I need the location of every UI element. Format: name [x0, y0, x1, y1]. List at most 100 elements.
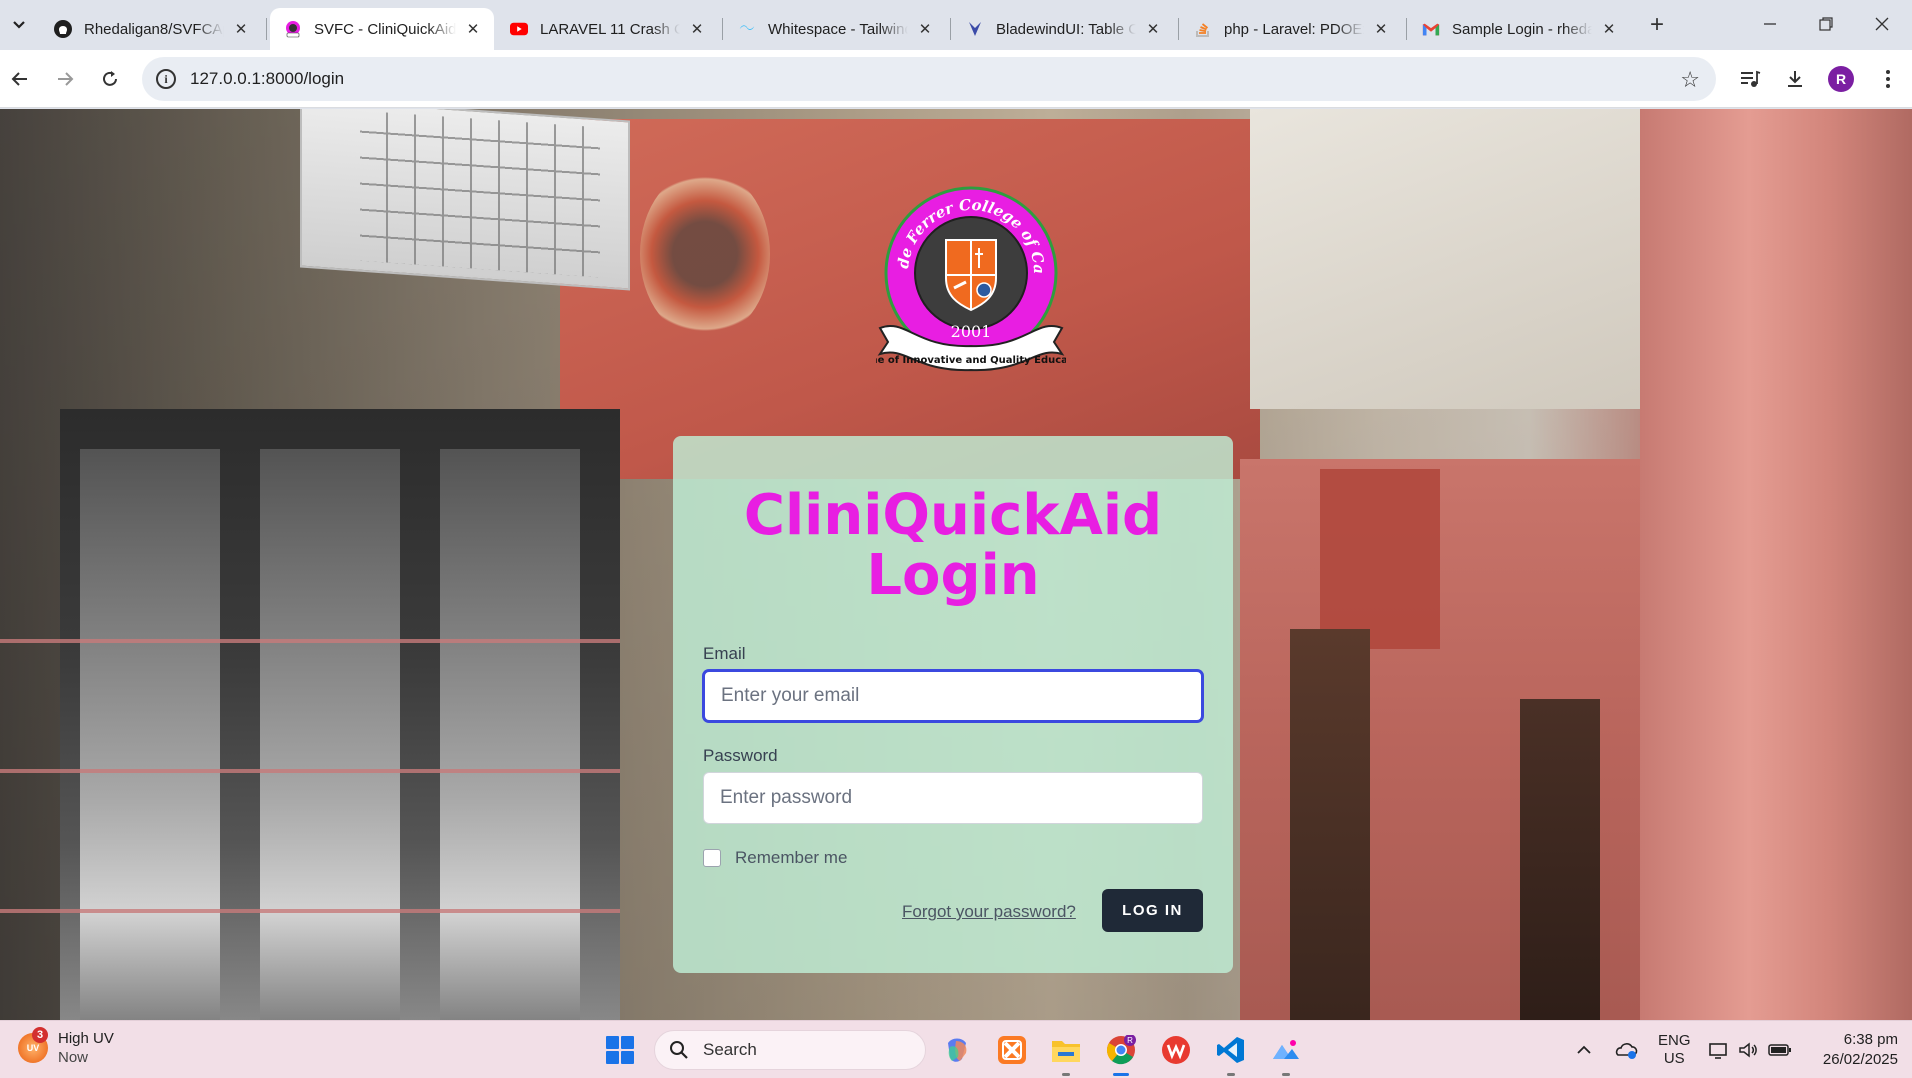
clock-date: 26/02/2025 — [1822, 1051, 1898, 1068]
new-tab-button[interactable]: + — [1644, 11, 1670, 38]
close-icon[interactable]: ✕ — [688, 20, 706, 38]
svfc-logo-icon — [284, 20, 302, 38]
tab-search-button[interactable] — [6, 12, 32, 38]
media-controls-button[interactable] — [1736, 65, 1764, 93]
wps-office-icon[interactable] — [1160, 1034, 1192, 1066]
tab-youtube[interactable]: LARAVEL 11 Crash Co ✕ — [496, 8, 718, 50]
stackoverflow-icon — [1194, 20, 1212, 38]
remember-me[interactable]: Remember me — [703, 848, 847, 868]
bookmark-star-icon[interactable]: ☆ — [1680, 67, 1700, 93]
volume-icon[interactable] — [1738, 1021, 1760, 1078]
close-icon[interactable]: ✕ — [1372, 20, 1390, 38]
close-icon[interactable]: ✕ — [1144, 20, 1162, 38]
windows-logo-icon — [606, 1036, 619, 1049]
arrow-left-icon — [11, 72, 27, 86]
tab-title: LARAVEL 11 Crash Co — [540, 20, 680, 38]
gmail-icon — [1422, 20, 1440, 38]
close-icon[interactable]: ✕ — [464, 20, 482, 38]
vscode-icon[interactable] — [1215, 1034, 1247, 1076]
login-button[interactable]: LOG IN — [1102, 889, 1203, 932]
close-window-button[interactable] — [1864, 8, 1900, 40]
tab-title: php - Laravel: PDOEx — [1224, 20, 1364, 38]
tab-bladewind[interactable]: BladewindUI: Table C ✕ — [952, 8, 1174, 50]
show-hidden-icons-button[interactable] — [1576, 1021, 1592, 1078]
tab-title: SVFC - CliniQuickAid — [314, 20, 456, 38]
site-info-icon[interactable]: i — [156, 69, 176, 89]
restore-button[interactable] — [1808, 8, 1844, 40]
tab-stackoverflow[interactable]: php - Laravel: PDOEx ✕ — [1180, 8, 1402, 50]
taskbar-search[interactable]: Search — [654, 1030, 926, 1070]
xampp-icon[interactable] — [996, 1034, 1028, 1066]
tab-gmail[interactable]: Sample Login - rheda ✕ — [1408, 8, 1630, 50]
weather-title: High UV — [58, 1030, 114, 1047]
reload-icon — [103, 71, 117, 86]
forward-button[interactable] — [49, 63, 81, 95]
url-text: 127.0.0.1:8000/login — [190, 69, 345, 88]
weather-subtitle: Now — [58, 1049, 89, 1066]
email-label: Email — [703, 644, 746, 663]
forgot-password-link[interactable]: Forgot your password? — [902, 902, 1076, 922]
login-title-word: Login — [866, 543, 1040, 608]
tab-cliniquickaid[interactable]: SVFC - CliniQuickAid ✕ — [270, 8, 494, 50]
onedrive-icon[interactable] — [1614, 1021, 1638, 1078]
start-button[interactable] — [606, 1036, 634, 1064]
browser-tab-strip: Rhedaligan8/SVFCApp ✕ SVFC - CliniQuickA… — [0, 0, 1912, 50]
background-seal — [640, 169, 770, 339]
close-icon[interactable]: ✕ — [1600, 20, 1618, 38]
close-icon — [1875, 17, 1889, 31]
system-clock[interactable]: 6:38 pm 26/02/2025 — [1808, 1030, 1898, 1070]
restore-icon — [1819, 17, 1833, 31]
copilot-icon[interactable] — [941, 1034, 973, 1066]
email-field[interactable] — [703, 670, 1203, 722]
tab-tailwind[interactable]: Whitespace - Tailwind ✕ — [724, 8, 946, 50]
download-icon — [1788, 71, 1802, 87]
tab-title: BladewindUI: Table C — [996, 20, 1136, 38]
windows-logo-pane — [621, 1051, 634, 1064]
language-indicator[interactable]: ENG US — [1658, 1021, 1691, 1078]
photos-icon[interactable] — [1270, 1034, 1302, 1076]
background-glass — [260, 449, 400, 1020]
file-explorer-icon[interactable] — [1050, 1034, 1082, 1076]
remember-me-checkbox[interactable] — [703, 849, 721, 867]
tab-separator — [266, 18, 267, 40]
clock-time: 6:38 pm — [1843, 1031, 1898, 1048]
network-icon[interactable] — [1708, 1021, 1730, 1078]
close-icon[interactable]: ✕ — [916, 20, 934, 38]
arrow-right-icon — [58, 72, 74, 86]
plus-icon: + — [1649, 11, 1664, 38]
background-glass — [80, 449, 220, 1020]
background-pillar — [1640, 109, 1912, 1020]
password-label: Password — [703, 746, 778, 765]
logo-year: 2001 — [951, 322, 992, 341]
tab-title: Rhedaligan8/SVFCApp — [84, 20, 224, 38]
close-icon[interactable]: ✕ — [232, 20, 250, 38]
battery-icon[interactable] — [1768, 1021, 1792, 1078]
playlist-icon — [1741, 70, 1761, 87]
college-logo: St. Vincent de Ferrer College of Camarin… — [876, 178, 1066, 372]
bladewind-icon — [966, 20, 984, 38]
background-door — [1520, 699, 1600, 1020]
address-bar[interactable]: i 127.0.0.1:8000/login ☆ — [142, 57, 1716, 101]
password-field[interactable] — [703, 772, 1203, 824]
background-aircon-grill — [360, 110, 600, 278]
tab-github[interactable]: Rhedaligan8/SVFCApp ✕ — [40, 8, 262, 50]
profile-avatar[interactable]: R — [1828, 66, 1854, 92]
back-button[interactable] — [4, 63, 36, 95]
background-sign — [1320, 469, 1440, 649]
background-rail — [0, 769, 620, 773]
minimize-button[interactable] — [1752, 8, 1788, 40]
chrome-icon[interactable]: R — [1105, 1034, 1137, 1076]
tab-separator — [722, 18, 723, 40]
browser-menu-button[interactable] — [1874, 65, 1902, 93]
login-title: CliniQuickAid Login — [673, 486, 1233, 606]
notification-badge: 3 — [32, 1027, 48, 1043]
background-glass — [440, 449, 580, 1020]
downloads-button[interactable] — [1781, 65, 1809, 93]
tab-separator — [1406, 18, 1407, 40]
minimize-icon — [1764, 23, 1776, 25]
reload-button[interactable] — [94, 63, 126, 95]
remember-me-label: Remember me — [735, 848, 848, 867]
tab-title: Whitespace - Tailwind — [768, 20, 908, 38]
weather-widget[interactable]: UV 3 High UV Now — [18, 1027, 114, 1067]
chevron-up-icon — [1577, 1045, 1591, 1054]
